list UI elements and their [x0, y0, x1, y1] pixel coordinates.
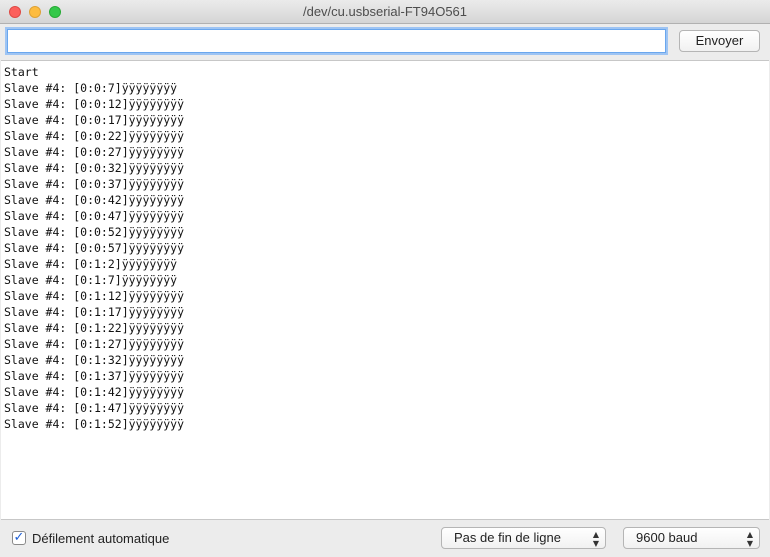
- output-line: Slave #4: [0:1:37]ÿÿÿÿÿÿÿÿ: [4, 369, 185, 383]
- baud-rate-select[interactable]: 9600 baud ▲ ▼: [623, 527, 760, 549]
- serial-output-area[interactable]: Start Slave #4: [0:0:7]ÿÿÿÿÿÿÿÿ Slave #4: …: [1, 60, 769, 520]
- chevron-up-down-icon: ▲ ▼: [746, 530, 753, 548]
- output-line: Slave #4: [0:0:37]ÿÿÿÿÿÿÿÿ: [4, 177, 185, 191]
- serial-monitor-window: /dev/cu.usbserial-FT94O561 Envoyer Start…: [0, 0, 770, 557]
- output-line: Slave #4: [0:1:47]ÿÿÿÿÿÿÿÿ: [4, 401, 185, 415]
- bottom-bar: ✓ Défilement automatique Pas de fin de l…: [0, 520, 770, 557]
- output-line: Slave #4: [0:1:42]ÿÿÿÿÿÿÿÿ: [4, 385, 185, 399]
- output-line: Slave #4: [0:0:57]ÿÿÿÿÿÿÿÿ: [4, 241, 185, 255]
- baud-rate-value: 9600 baud: [636, 530, 698, 545]
- output-line: Slave #4: [0:0:12]ÿÿÿÿÿÿÿÿ: [4, 97, 185, 111]
- line-ending-value: Pas de fin de ligne: [454, 530, 561, 545]
- output-line: Slave #4: [0:1:22]ÿÿÿÿÿÿÿÿ: [4, 321, 185, 335]
- output-line: Slave #4: [0:1:7]ÿÿÿÿÿÿÿÿ: [4, 273, 178, 287]
- output-line: Slave #4: [0:1:2]ÿÿÿÿÿÿÿÿ: [4, 257, 178, 271]
- output-line: Slave #4: [0:1:27]ÿÿÿÿÿÿÿÿ: [4, 337, 185, 351]
- output-line: Slave #4: [0:1:12]ÿÿÿÿÿÿÿÿ: [4, 289, 185, 303]
- line-ending-select[interactable]: Pas de fin de ligne ▲ ▼: [441, 527, 606, 549]
- output-line: Slave #4: [0:0:22]ÿÿÿÿÿÿÿÿ: [4, 129, 185, 143]
- autoscroll-checkbox[interactable]: ✓: [12, 531, 26, 545]
- send-button[interactable]: Envoyer: [679, 30, 760, 52]
- output-line: Slave #4: [0:1:17]ÿÿÿÿÿÿÿÿ: [4, 305, 185, 319]
- output-line: Slave #4: [0:0:52]ÿÿÿÿÿÿÿÿ: [4, 225, 185, 239]
- window-title: /dev/cu.usbserial-FT94O561: [302, 4, 468, 19]
- checkmark-icon: ✓: [13, 530, 25, 545]
- send-input[interactable]: [5, 27, 668, 55]
- output-line: Start: [4, 65, 39, 79]
- autoscroll-label[interactable]: Défilement automatique: [32, 531, 169, 546]
- title-bar[interactable]: /dev/cu.usbserial-FT94O561: [0, 0, 770, 24]
- output-line: Slave #4: [0:1:32]ÿÿÿÿÿÿÿÿ: [4, 353, 185, 367]
- output-line: Slave #4: [0:0:32]ÿÿÿÿÿÿÿÿ: [4, 161, 185, 175]
- output-line: Slave #4: [0:0:42]ÿÿÿÿÿÿÿÿ: [4, 193, 185, 207]
- output-line: Slave #4: [0:0:17]ÿÿÿÿÿÿÿÿ: [4, 113, 185, 127]
- output-line: Slave #4: [0:0:47]ÿÿÿÿÿÿÿÿ: [4, 209, 185, 223]
- output-line: Slave #4: [0:0:27]ÿÿÿÿÿÿÿÿ: [4, 145, 185, 159]
- output-line: Slave #4: [0:1:52]ÿÿÿÿÿÿÿÿ: [4, 417, 185, 431]
- send-toolbar: Envoyer: [0, 24, 770, 60]
- chevron-up-down-icon: ▲ ▼: [592, 530, 599, 548]
- output-line: Slave #4: [0:0:7]ÿÿÿÿÿÿÿÿ: [4, 81, 178, 95]
